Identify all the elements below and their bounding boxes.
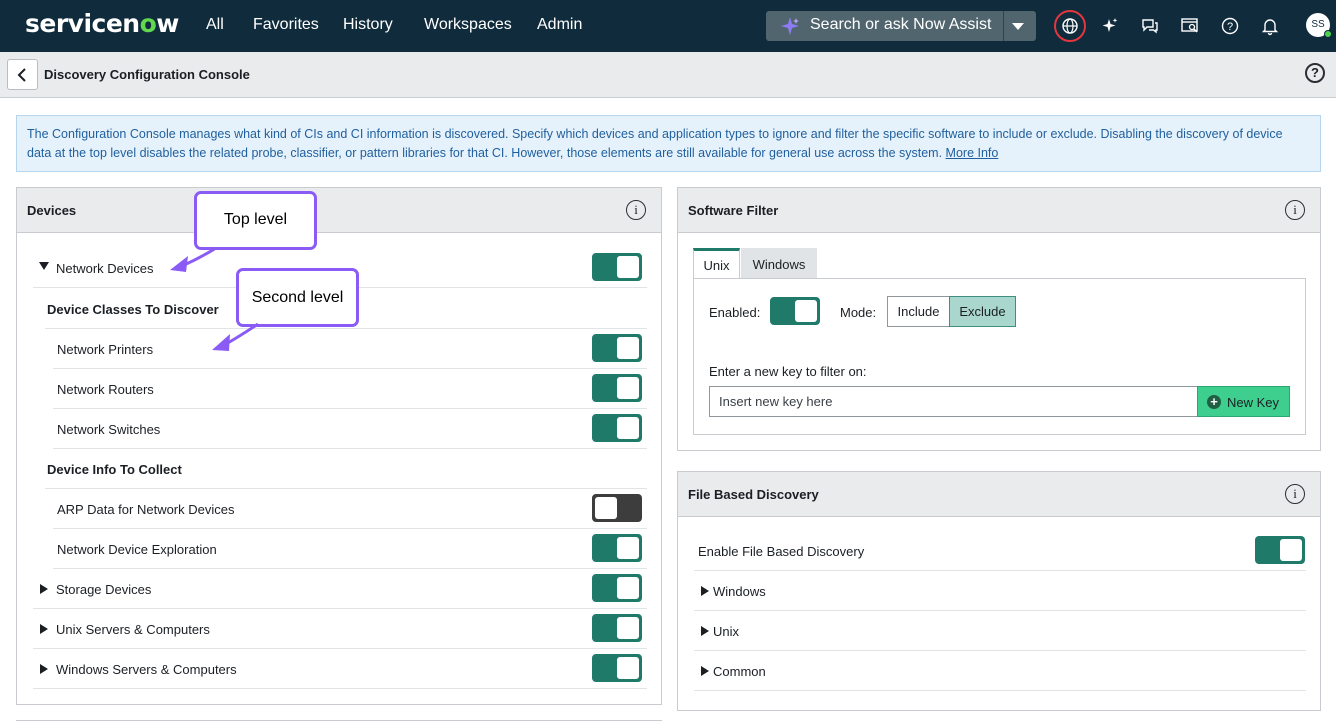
unix-servers-toggle[interactable] — [592, 614, 642, 642]
caret-down-icon[interactable] — [39, 262, 49, 270]
help-icon[interactable]: ? — [1220, 16, 1240, 36]
caret-right-icon[interactable] — [701, 666, 709, 676]
new-key-input[interactable]: Insert new key here — [709, 386, 1198, 417]
tab-unix[interactable]: Unix — [693, 248, 740, 279]
key-label: Enter a new key to filter on: — [709, 364, 867, 379]
file-discovery-toggle[interactable] — [1255, 536, 1305, 564]
arp-data-toggle[interactable] — [592, 494, 642, 522]
device-row-storage[interactable]: Storage Devices — [33, 569, 647, 609]
device-label: Network Device Exploration — [57, 542, 217, 557]
mode-include-button[interactable]: Include — [887, 296, 950, 327]
devices-panel-header: Devices i — [17, 188, 661, 233]
software-filter-header: Software Filter i — [678, 188, 1320, 233]
new-key-button[interactable]: + New Key — [1197, 386, 1290, 417]
software-filter-title: Software Filter — [688, 203, 779, 218]
callout-arrows — [170, 246, 259, 351]
enabled-label: Enabled: — [709, 305, 761, 320]
device-label: Network Devices — [56, 261, 154, 276]
info-banner: The Configuration Console manages what k… — [16, 115, 1321, 172]
new-key-label: New Key — [1227, 395, 1280, 410]
search-text: Search or ask Now Assist — [810, 16, 992, 33]
page-header: Discovery Configuration Console ? — [0, 52, 1336, 98]
devices-panel: Devices i Network Devices Device Classes… — [16, 187, 662, 705]
device-row-network-routers[interactable]: Network Routers — [53, 369, 647, 409]
software-filter-enabled-toggle[interactable] — [770, 297, 820, 325]
info-icon[interactable]: i — [1285, 200, 1305, 220]
mode-label: Mode: — [840, 305, 877, 320]
servicenow-logo[interactable]: servicenow — [25, 9, 179, 38]
section-heading-info: Device Info To Collect — [45, 449, 647, 489]
page-title: Discovery Configuration Console — [44, 67, 250, 82]
online-status-dot — [1324, 30, 1332, 38]
file-discovery-header: File Based Discovery i — [678, 472, 1320, 517]
info-icon[interactable]: i — [1285, 484, 1305, 504]
device-label: Network Printers — [57, 342, 154, 357]
windows-servers-toggle[interactable] — [592, 654, 642, 682]
callout-text: Top level — [223, 211, 288, 228]
caret-right-icon[interactable] — [40, 584, 48, 594]
nav-link-all[interactable]: All — [206, 16, 224, 34]
device-label: ARP Data for Network Devices — [57, 502, 235, 517]
caret-right-icon[interactable] — [40, 664, 48, 674]
file-section-common[interactable]: Common — [694, 651, 1306, 691]
device-label: Storage Devices — [56, 582, 152, 597]
network-exploration-toggle[interactable] — [592, 534, 642, 562]
svg-text:?: ? — [1227, 21, 1233, 33]
device-row-network-switches[interactable]: Network Switches — [53, 409, 647, 449]
nav-link-favorites[interactable]: Favorites — [253, 16, 319, 34]
device-label: Unix Servers & Computers — [56, 622, 210, 637]
device-row-network-printers[interactable]: Network Printers — [53, 329, 647, 369]
section-heading-label: Device Info To Collect — [47, 462, 182, 477]
chevron-left-icon — [17, 68, 26, 82]
sparkle-assist-icon[interactable] — [1100, 16, 1120, 36]
now-assist-search[interactable]: Search or ask Now Assist — [766, 11, 1036, 41]
file-discovery-title: File Based Discovery — [688, 487, 819, 502]
section-label: Windows — [713, 584, 766, 599]
section-label: Common — [713, 664, 766, 679]
file-discovery-panel: File Based Discovery i Enable File Based… — [677, 471, 1321, 711]
device-row-unix-servers[interactable]: Unix Servers & Computers — [33, 609, 647, 649]
nav-link-workspaces[interactable]: Workspaces — [424, 16, 512, 34]
chevron-down-icon[interactable] — [1012, 23, 1024, 30]
device-label: Windows Servers & Computers — [56, 662, 237, 677]
sparkle-icon — [781, 17, 799, 35]
globe-icon[interactable] — [1054, 10, 1086, 42]
network-routers-toggle[interactable] — [592, 374, 642, 402]
file-section-unix[interactable]: Unix — [694, 611, 1306, 651]
network-printers-toggle[interactable] — [592, 334, 642, 362]
file-discovery-enable-row[interactable]: Enable File Based Discovery — [694, 531, 1306, 571]
device-row-network-exploration[interactable]: Network Device Exploration — [53, 529, 647, 569]
enable-file-discovery-label: Enable File Based Discovery — [698, 544, 865, 559]
caret-right-icon[interactable] — [701, 586, 709, 596]
file-section-windows[interactable]: Windows — [694, 571, 1306, 611]
chat-icon[interactable] — [1140, 16, 1160, 36]
network-switches-toggle[interactable] — [592, 414, 642, 442]
device-row-windows-servers[interactable]: Windows Servers & Computers — [33, 649, 647, 689]
back-button[interactable] — [7, 59, 38, 90]
plus-circle-icon: + — [1207, 395, 1221, 409]
device-row-arp-data[interactable]: ARP Data for Network Devices — [53, 489, 647, 529]
mode-exclude-button[interactable]: Exclude — [949, 296, 1016, 327]
search-divider — [1003, 11, 1004, 41]
screen-search-icon[interactable] — [1180, 16, 1200, 36]
more-info-link[interactable]: More Info — [946, 146, 999, 160]
storage-devices-toggle[interactable] — [592, 574, 642, 602]
tab-windows[interactable]: Windows — [741, 248, 817, 279]
device-label: Network Routers — [57, 382, 154, 397]
user-avatar[interactable]: SS — [1306, 13, 1332, 38]
section-label: Unix — [713, 624, 740, 639]
devices-title: Devices — [27, 203, 77, 218]
caret-right-icon[interactable] — [40, 624, 48, 634]
caret-right-icon[interactable] — [701, 626, 709, 636]
top-navigation-bar: servicenow All Favorites History Workspa… — [0, 0, 1336, 52]
banner-text: The Configuration Console manages what k… — [27, 127, 1283, 160]
info-icon[interactable]: i — [626, 200, 646, 220]
nav-link-admin[interactable]: Admin — [537, 16, 582, 34]
software-filter-panel: Software Filter i Unix Windows Enabled: … — [677, 187, 1321, 451]
network-devices-toggle[interactable] — [592, 253, 642, 281]
nav-link-history[interactable]: History — [343, 16, 393, 34]
help-icon[interactable]: ? — [1305, 63, 1325, 83]
bell-icon[interactable] — [1260, 16, 1280, 36]
device-label: Network Switches — [57, 422, 161, 437]
